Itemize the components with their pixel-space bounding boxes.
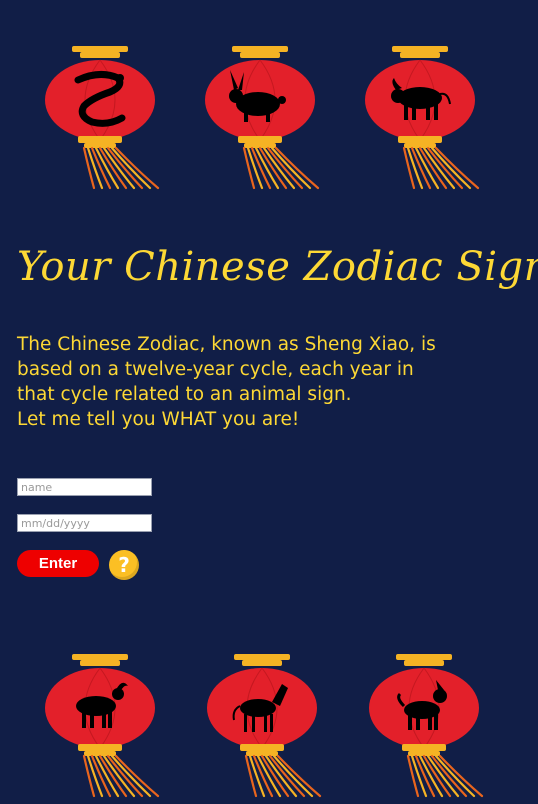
enter-button[interactable]: Enter <box>17 550 99 577</box>
birthdate-input[interactable] <box>17 514 152 532</box>
bottom-lantern-row <box>0 650 538 800</box>
name-input[interactable] <box>17 478 152 496</box>
intro-callout: Let me tell you WHAT you are! <box>17 409 300 430</box>
dog-lantern-icon <box>364 650 484 800</box>
snake-lantern-icon <box>40 42 160 192</box>
horse-lantern-icon <box>202 650 322 800</box>
top-lantern-row <box>0 42 538 192</box>
intro-paragraph: The Chinese Zodiac, known as Sheng Xiao,… <box>17 334 436 405</box>
rabbit-lantern-icon <box>200 42 320 192</box>
help-icon[interactable]: ? <box>109 550 139 580</box>
goat-lantern-icon <box>40 650 160 800</box>
page: Your Chinese Zodiac Sign The Chinese Zod… <box>0 0 538 804</box>
ox-lantern-icon <box>360 42 480 192</box>
intro-text: The Chinese Zodiac, known as Sheng Xiao,… <box>17 332 457 432</box>
page-title: Your Chinese Zodiac Sign <box>17 244 538 290</box>
